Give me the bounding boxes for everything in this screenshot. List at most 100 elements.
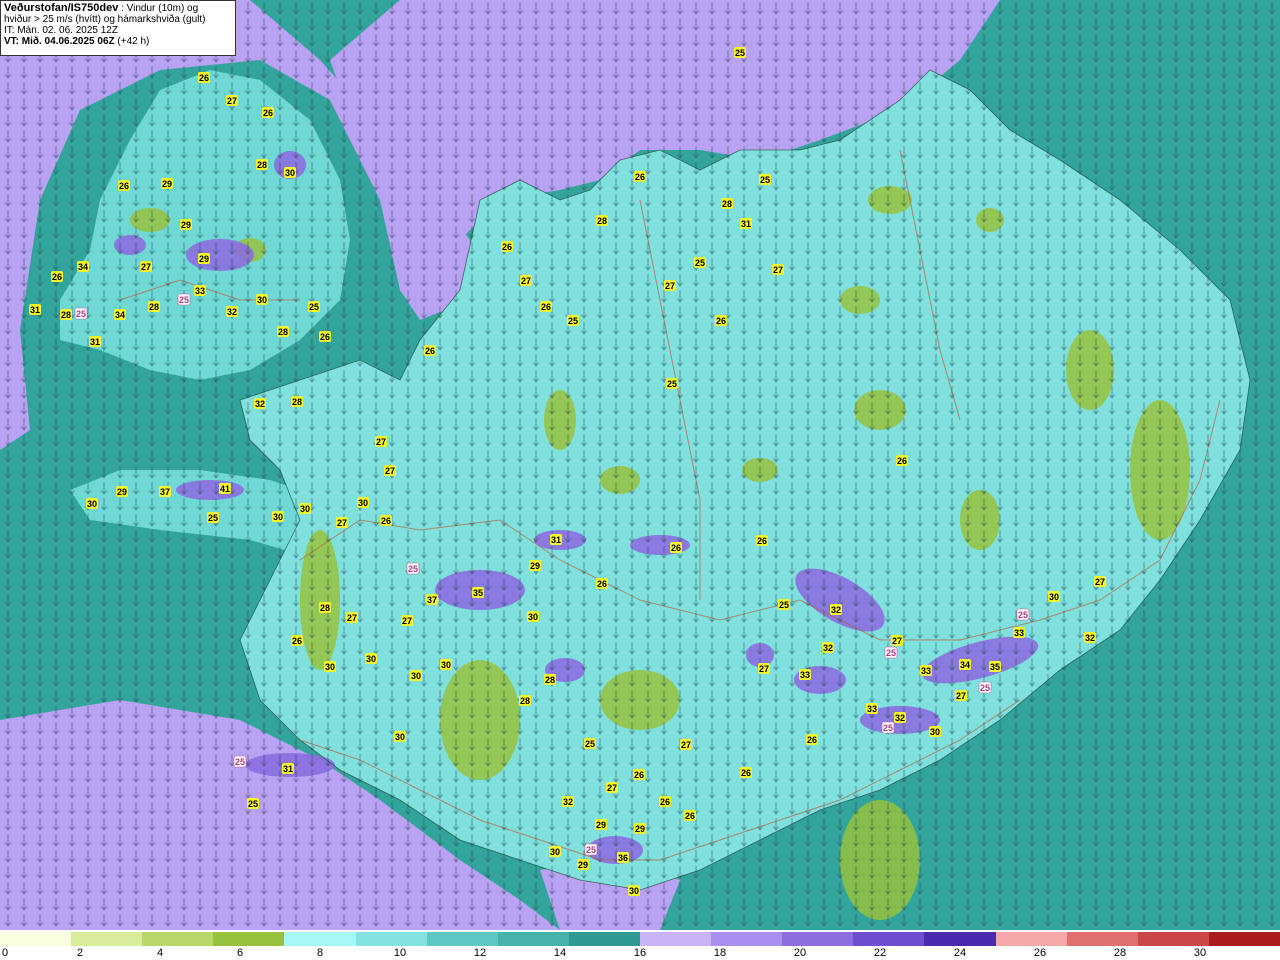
gust-label: 25 (884, 646, 898, 659)
gust-label: 30 (272, 511, 284, 522)
gust-label-text: 30 (629, 886, 639, 896)
gust-label: 28 (596, 215, 608, 226)
gust-label: 25 (74, 307, 88, 320)
gust-label: 30 (324, 661, 336, 672)
gust-label: 26 (380, 515, 392, 526)
gust-label-text: 25 (585, 739, 595, 749)
gust-label-text: 31 (90, 337, 100, 347)
gust-label-text: 27 (337, 518, 347, 528)
gust-label: 34 (959, 659, 971, 670)
gust-label-text: 26 (502, 242, 512, 252)
gust-label-text: 27 (521, 276, 531, 286)
gust-label-text: 30 (87, 499, 97, 509)
gust-label-text: 25 (883, 723, 893, 733)
gust-label: 29 (577, 859, 589, 870)
legend-swatch (568, 932, 640, 946)
gust-label-text: 25 (248, 799, 258, 809)
gust-label: 30 (410, 670, 422, 681)
gust-label-text: 31 (551, 535, 561, 545)
gust-label-text: 26 (741, 768, 751, 778)
gust-label: 32 (894, 712, 906, 723)
gust-label-text: 25 (667, 379, 677, 389)
gust-label-text: 30 (300, 504, 310, 514)
gust-label-text: 26 (597, 579, 607, 589)
gust-label-text: 26 (716, 316, 726, 326)
gust-label-text: 32 (255, 399, 265, 409)
gust-label-text: 30 (930, 727, 940, 737)
gust-label-text: 28 (545, 675, 555, 685)
gust-label: 26 (806, 734, 818, 745)
legend-swatch (213, 932, 285, 946)
gust-label: 30 (394, 731, 406, 742)
gust-label: 28 (60, 309, 72, 320)
gust-label-text: 27 (347, 613, 357, 623)
lead-time: (+42 h) (114, 36, 150, 47)
gust-label: 26 (291, 635, 303, 646)
gust-label: 27 (346, 612, 358, 623)
gust-label-text: 26 (263, 108, 273, 118)
gust-label-text: 27 (956, 691, 966, 701)
gust-label-text: 28 (292, 397, 302, 407)
gust-label: 27 (680, 739, 692, 750)
gust-label-text: 34 (78, 262, 88, 272)
map-title-box: Veðurstofan/IS750dev : Vindur (10m) og h… (0, 0, 236, 56)
gust-label-text: 26 (292, 636, 302, 646)
gust-label-text: 30 (285, 168, 295, 178)
gust-label: 25 (778, 599, 790, 610)
gust-label: 25 (247, 798, 259, 809)
gust-label: 26 (540, 301, 552, 312)
gust-label-text: 25 (208, 513, 218, 523)
gust-label-text: 30 (358, 498, 368, 508)
gust-label-text: 32 (227, 307, 237, 317)
gust-label: 27 (375, 436, 387, 447)
gust-label-text: 27 (665, 281, 675, 291)
legend-swatch (639, 932, 712, 946)
gust-label-text: 32 (1085, 633, 1095, 643)
gust-label-text: 28 (597, 216, 607, 226)
gust-label-text: 29 (181, 220, 191, 230)
gust-label: 29 (595, 819, 607, 830)
gust-label: 30 (549, 846, 561, 857)
gust-label-text: 25 (309, 302, 319, 312)
gust-label-text: 26 (897, 456, 907, 466)
gust-label: 29 (634, 823, 646, 834)
gust-label-text: 30 (366, 654, 376, 664)
gust-label: 27 (758, 663, 770, 674)
gust-label-text: 30 (325, 662, 335, 672)
gust-label: 25 (177, 293, 191, 306)
gust-label-text: 26 (541, 302, 551, 312)
gust-label: 28 (544, 674, 556, 685)
legend-tick-label: 4 (156, 947, 164, 959)
gust-label-text: 37 (160, 487, 170, 497)
gust-label: 35 (989, 661, 1001, 672)
gust-label-text: 25 (568, 316, 578, 326)
gust-label: 27 (891, 635, 903, 646)
gust-label: 37 (426, 594, 438, 605)
legend-swatch (355, 932, 427, 946)
gust-label: 34 (77, 261, 89, 272)
gust-label: 36 (617, 852, 629, 863)
gust-label: 26 (896, 455, 908, 466)
gust-label: 27 (401, 615, 413, 626)
legend-tick-label: 8 (316, 947, 324, 959)
gust-label: 30 (365, 653, 377, 664)
gust-label: 25 (584, 843, 598, 856)
gust-label: 25 (694, 257, 706, 268)
legend-swatch (853, 932, 925, 946)
product-line2: hviður > 25 m/s (hvítt) og hámarkshviða … (4, 14, 206, 25)
gust-label-text: 27 (759, 664, 769, 674)
gust-label-text: 37 (427, 595, 437, 605)
valid-time: VT: Mið. 04.06.2025 06Z (4, 36, 115, 47)
gust-label-text: 30 (411, 671, 421, 681)
gust-label: 26 (756, 535, 768, 546)
gust-label-text: 30 (273, 512, 283, 522)
gust-label: 25 (567, 315, 579, 326)
gust-label: 26 (715, 315, 727, 326)
gust-label: 25 (308, 301, 320, 312)
wind-map: 262726283026 292927293426333028 32 2531 28 34… (0, 0, 1280, 930)
gust-label-text: 25 (76, 309, 86, 319)
gust-label: 32 (1084, 632, 1096, 643)
gust-label-text: 26 (660, 797, 670, 807)
gust-label-text: 27 (773, 265, 783, 275)
gust-label-text: 26 (52, 272, 62, 282)
